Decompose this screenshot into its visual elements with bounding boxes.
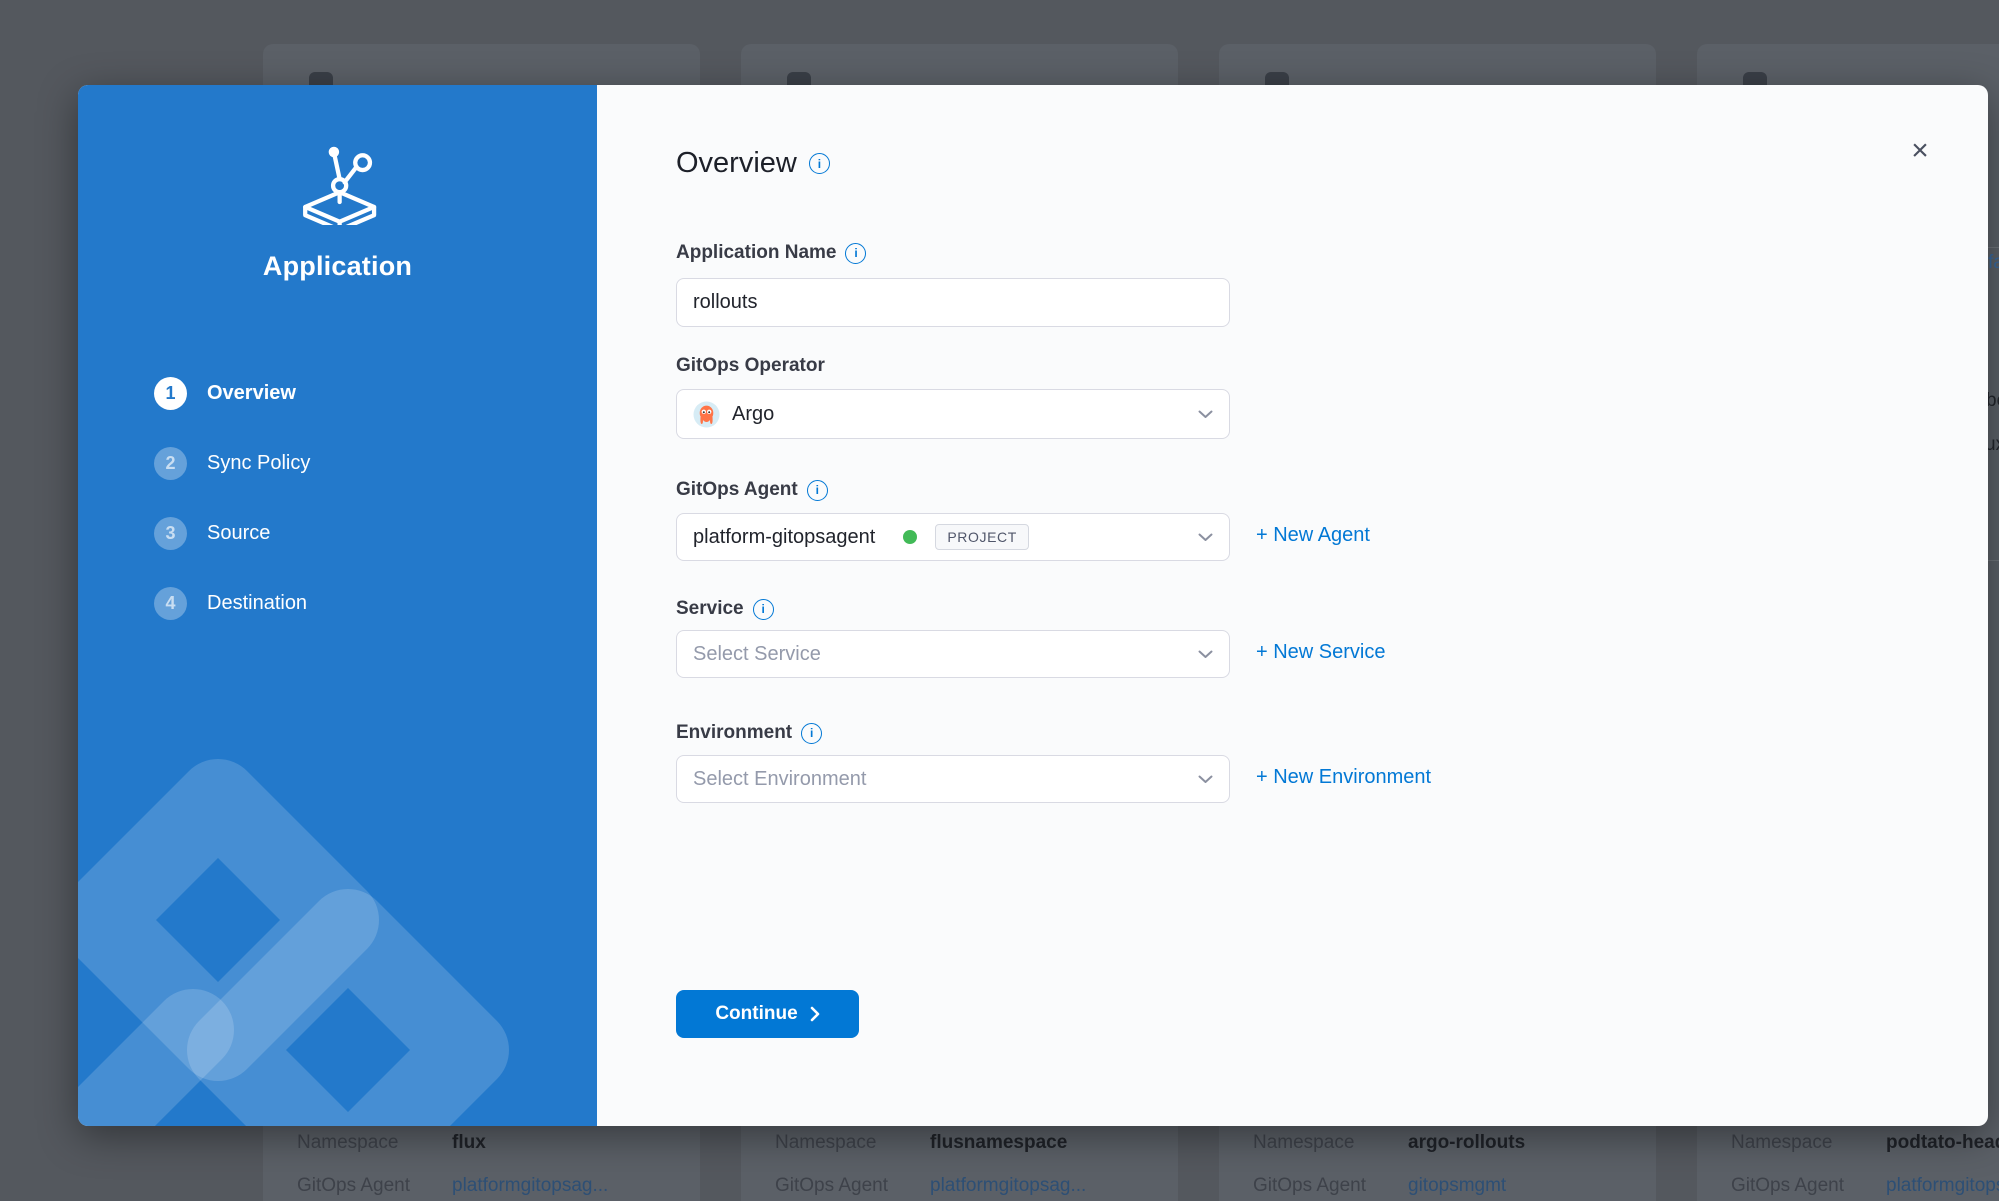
gitops-agent-label-row: GitOps Agent i xyxy=(676,479,828,501)
chevron-down-icon xyxy=(1198,533,1213,542)
agent-label: GitOps Agent xyxy=(1731,1175,1886,1197)
clipped-text-fragment: fa xyxy=(1988,252,1999,274)
step-number: 2 xyxy=(154,447,187,480)
gitops-agent-label: GitOps Agent xyxy=(676,479,798,501)
step-label: Sync Policy xyxy=(207,452,310,475)
step-overview[interactable]: 1 Overview xyxy=(154,377,296,410)
gitops-agent-value: platform-gitopsagent xyxy=(693,526,875,549)
chevron-down-icon xyxy=(1198,410,1213,419)
continue-button[interactable]: Continue xyxy=(676,990,859,1038)
agent-health-dot xyxy=(903,530,917,544)
agent-label: GitOps Agent xyxy=(775,1175,930,1197)
page-title-row: Overview i xyxy=(676,147,830,180)
application-name-label-row: Application Name i xyxy=(676,242,866,264)
info-icon[interactable]: i xyxy=(801,723,822,744)
step-label: Source xyxy=(207,522,270,545)
gitops-operator-select[interactable]: Argo xyxy=(676,389,1230,439)
close-icon[interactable]: × xyxy=(1904,135,1936,167)
wizard-content: × Overview i Application Name i GitOps O… xyxy=(597,85,1988,1126)
step-number: 4 xyxy=(154,587,187,620)
service-label-row: Service i xyxy=(676,598,774,620)
gitops-operator-value: Argo xyxy=(732,403,774,426)
step-label: Overview xyxy=(207,382,296,405)
info-icon[interactable]: i xyxy=(845,243,866,264)
namespace-value: flux xyxy=(452,1132,486,1154)
info-icon[interactable]: i xyxy=(753,599,774,620)
environment-label: Environment xyxy=(676,722,792,744)
namespace-label: Namespace xyxy=(1731,1132,1886,1154)
step-destination[interactable]: 4 Destination xyxy=(154,587,307,620)
agent-link: platformgitopsag... xyxy=(930,1175,1086,1197)
application-icon xyxy=(297,143,379,225)
step-sync-policy[interactable]: 2 Sync Policy xyxy=(154,447,310,480)
agent-link: platformgitopsag... xyxy=(1886,1175,1999,1197)
new-environment-link[interactable]: + New Environment xyxy=(1256,766,1431,789)
application-wizard-modal: Application 1 Overview 2 Sync Policy 3 S… xyxy=(78,85,1988,1126)
agent-label: GitOps Agent xyxy=(1253,1175,1408,1197)
namespace-label: Namespace xyxy=(775,1132,930,1154)
namespace-label: Namespace xyxy=(297,1132,452,1154)
environment-label-row: Environment i xyxy=(676,722,822,744)
chevron-right-icon xyxy=(810,1006,820,1022)
new-agent-link[interactable]: + New Agent xyxy=(1256,524,1370,547)
service-placeholder: Select Service xyxy=(693,643,821,666)
application-name-label: Application Name xyxy=(676,242,836,264)
info-icon[interactable]: i xyxy=(809,153,830,174)
chevron-down-icon xyxy=(1198,775,1213,784)
namespace-value: podtato-head xyxy=(1886,1132,1999,1154)
step-source[interactable]: 3 Source xyxy=(154,517,270,550)
branch-node-dot xyxy=(328,147,338,157)
step-number: 1 xyxy=(154,377,187,410)
namespace-value: flusnamespace xyxy=(930,1132,1067,1154)
service-select[interactable]: Select Service xyxy=(676,630,1230,678)
environment-placeholder: Select Environment xyxy=(693,768,866,791)
page-title: Overview xyxy=(676,147,797,180)
screen: Namespace flux GitOps Agent platformgito… xyxy=(0,0,1999,1201)
gitops-agent-select[interactable]: platform-gitopsagent PROJECT xyxy=(676,513,1230,561)
scope-badge: PROJECT xyxy=(935,524,1029,550)
environment-select[interactable]: Select Environment xyxy=(676,755,1230,803)
application-name-input[interactable] xyxy=(676,278,1230,327)
namespace-value: argo-rollouts xyxy=(1408,1132,1525,1154)
step-number: 3 xyxy=(154,517,187,550)
chevron-down-icon xyxy=(1198,650,1213,659)
service-label: Service xyxy=(676,598,744,620)
agent-link: gitopsmgmt xyxy=(1408,1175,1506,1197)
new-service-link[interactable]: + New Service xyxy=(1256,641,1386,664)
step-label: Destination xyxy=(207,592,307,615)
gitops-operator-label-row: GitOps Operator xyxy=(676,355,825,377)
wizard-title: Application xyxy=(78,251,597,282)
agent-link: platformgitopsag... xyxy=(452,1175,608,1197)
wizard-sidebar: Application 1 Overview 2 Sync Policy 3 S… xyxy=(78,85,597,1126)
continue-label: Continue xyxy=(715,1003,797,1025)
namespace-label: Namespace xyxy=(1253,1132,1408,1154)
agent-label: GitOps Agent xyxy=(297,1175,452,1197)
harness-logo-watermark xyxy=(78,705,588,1126)
argo-icon xyxy=(693,401,720,428)
info-icon[interactable]: i xyxy=(807,480,828,501)
gitops-operator-label: GitOps Operator xyxy=(676,355,825,377)
